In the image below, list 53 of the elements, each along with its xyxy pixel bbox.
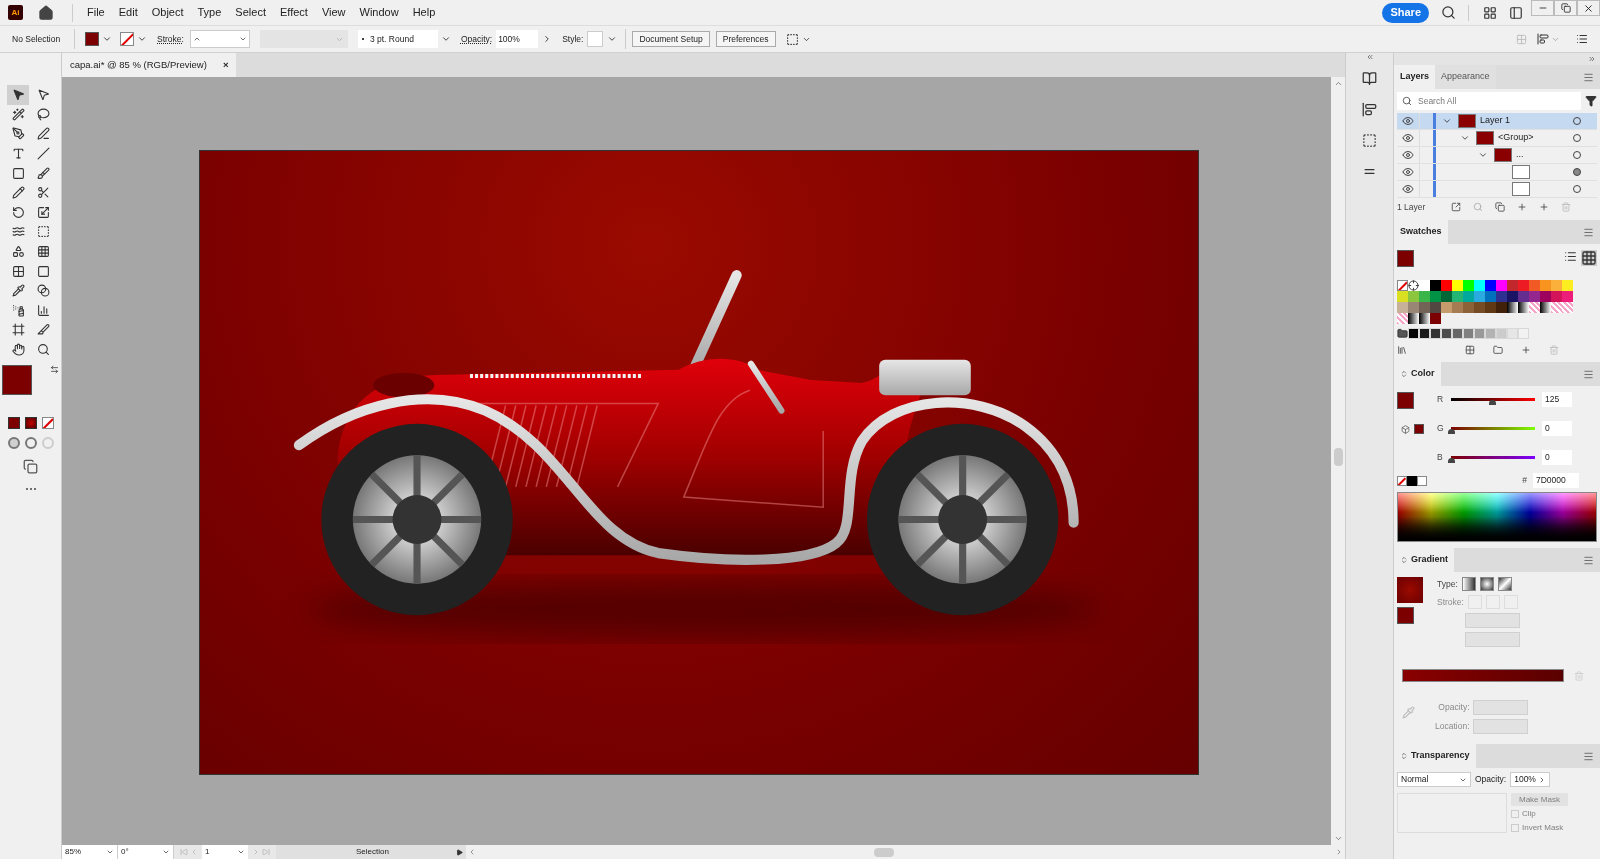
zoom-dropdown[interactable]: 85% [62,845,118,859]
channel-value-field[interactable]: 0 [1542,421,1572,436]
document-title: capa.ai* @ 85 % (RGB/Preview) [70,57,207,72]
checkbox-label: Invert Mask [1522,822,1564,834]
menu-item[interactable]: Help [412,4,436,21]
layer-name: Layer 1 [1480,114,1511,128]
share-button[interactable]: Share [1382,2,1429,23]
menu-item[interactable]: File [87,4,105,21]
style-label: Style: [562,32,584,46]
layer-name: <Group> [1498,131,1534,145]
opacity-field[interactable]: 100% [1510,772,1551,787]
menu-item[interactable]: Effect [279,4,308,21]
channel-value-field[interactable]: 125 [1542,392,1572,407]
menu-item[interactable]: View [321,4,346,21]
tool-status-dropdown[interactable]: Selection [276,845,466,859]
layer-row[interactable]: <Group> [1397,130,1597,147]
layer-name: ... [1516,148,1524,162]
search-placeholder: Search All [1418,94,1457,108]
layers-search-field[interactable]: Search All [1397,92,1581,110]
hex-label: # [1522,474,1527,487]
menu-item[interactable]: Object [151,4,184,21]
channel-value-field[interactable]: 0 [1542,450,1572,465]
opacity-label: Opacity: [1475,773,1507,786]
channel-label: R [1437,393,1445,406]
document-tab[interactable]: capa.ai* @ 85 % (RGB/Preview) × [62,53,237,77]
control-bar-button[interactable]: Preferences [715,31,776,47]
app-logo: Ai [8,5,23,20]
panel-tab[interactable]: Layers [1394,65,1436,89]
opacity-label: Opacity: [1438,701,1470,714]
menu-item[interactable]: Select [235,4,266,21]
panel-tab[interactable]: Appearance [1435,65,1496,89]
layer-count: 1 Layer [1397,200,1426,214]
stroke-label: Stroke: [157,32,184,46]
channel-label: G [1437,422,1445,435]
artboard-dropdown[interactable]: 1 [202,845,248,859]
type-label: Type: [1437,577,1458,591]
hex-field[interactable]: 7D0000 [1533,473,1579,488]
opacity-field[interactable]: 100% [496,30,539,48]
menu-item[interactable]: Type [197,4,222,21]
layer-row[interactable]: ... [1397,147,1597,164]
rotation-dropdown[interactable]: 0° [118,845,174,859]
selection-status: No Selection [12,32,62,46]
blend-mode-dropdown[interactable]: Normal [1397,772,1471,787]
stroke-label: Stroke: [1437,595,1464,609]
menu-item[interactable]: Edit [118,4,138,21]
tab-close-button[interactable]: × [222,57,229,73]
layer-row[interactable]: Layer 1 [1397,113,1597,130]
checkbox-label: Clip [1522,808,1536,820]
opacity-label: Opacity: [460,32,493,46]
control-bar-button[interactable]: Document Setup [632,31,710,47]
channel-label: B [1437,451,1444,464]
location-label: Location: [1435,720,1470,733]
menu-item[interactable]: Window [359,4,399,21]
